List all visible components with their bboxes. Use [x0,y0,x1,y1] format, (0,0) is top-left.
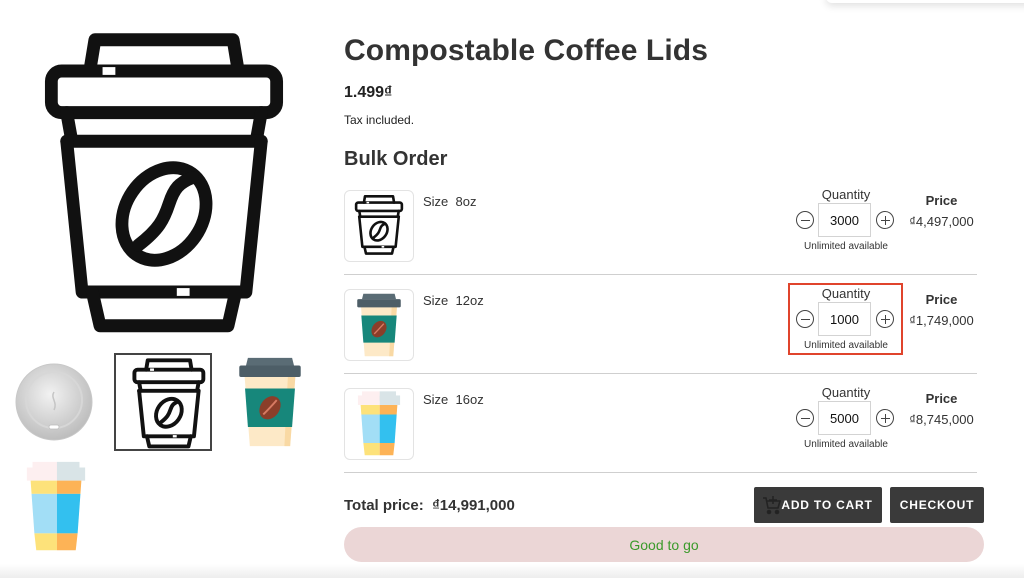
quantity-input[interactable] [818,401,871,435]
price-label: Price [925,292,958,307]
quantity-label: Quantity [821,187,871,202]
bulk-order-title: Bulk Order [344,148,448,170]
thumbnail-lid[interactable] [14,362,94,442]
checkout-button[interactable]: CHECKOUT [890,487,984,523]
availability-text: Unlimited available [804,439,888,450]
row-price: Price ₫8,745,000 [904,391,979,427]
price-label: Price [925,391,958,406]
availability-text: Unlimited available [804,241,888,252]
row-thumbnail [344,388,414,460]
top-popover-edge [826,0,1024,3]
thumbnail-cup-outline-selected[interactable] [114,353,212,451]
quantity-control: Quantity Unlimited available [794,187,898,257]
add-to-cart-button[interactable]: ADD TO CART [754,487,882,523]
thumbnail-cup-teal[interactable] [236,354,304,450]
bulk-row-16oz: Size 16oz Quantity Unlimited available P… [344,385,977,483]
row-price: Price ₫4,497,000 [904,193,979,229]
bulk-row-8oz: Size 8oz Quantity Unlimited available Pr… [344,187,977,285]
plus-circle-icon[interactable] [876,409,894,427]
price-value: ₫4,497,000 [909,214,974,229]
row-price: Price ₫1,749,000 [904,292,979,328]
bottom-edge [0,564,1024,578]
thumbnail-cup-blue[interactable] [22,460,90,554]
row-thumbnail [344,289,414,361]
add-to-cart-label: ADD TO CART [781,498,873,512]
quantity-control: Quantity Unlimited available [794,385,898,455]
main-product-image [36,32,292,344]
size-label: Size 8oz [423,194,477,209]
price-value: ₫1,749,000 [909,313,974,328]
row-divider [344,373,977,374]
row-divider [344,274,977,275]
row-thumbnail [344,190,414,262]
product-title: Compostable Coffee Lids [344,34,708,67]
size-label: Size 12oz [423,293,484,308]
cart-plus-icon [763,496,782,515]
tax-note: Tax included. [344,113,415,127]
total-price: Total price: ₫14,991,000 [344,497,515,514]
size-label: Size 16oz [423,392,484,407]
quantity-highlight-box [788,283,903,355]
price-label: Price [925,193,958,208]
minus-circle-icon[interactable] [796,409,814,427]
row-divider [344,472,977,473]
minus-circle-icon[interactable] [796,211,814,229]
quantity-input[interactable] [818,203,871,237]
price-value: ₫8,745,000 [909,412,974,427]
product-price: 1.499₫ [344,84,393,101]
plus-circle-icon[interactable] [876,211,894,229]
status-message: Good to go [344,527,984,562]
quantity-label: Quantity [821,385,871,400]
